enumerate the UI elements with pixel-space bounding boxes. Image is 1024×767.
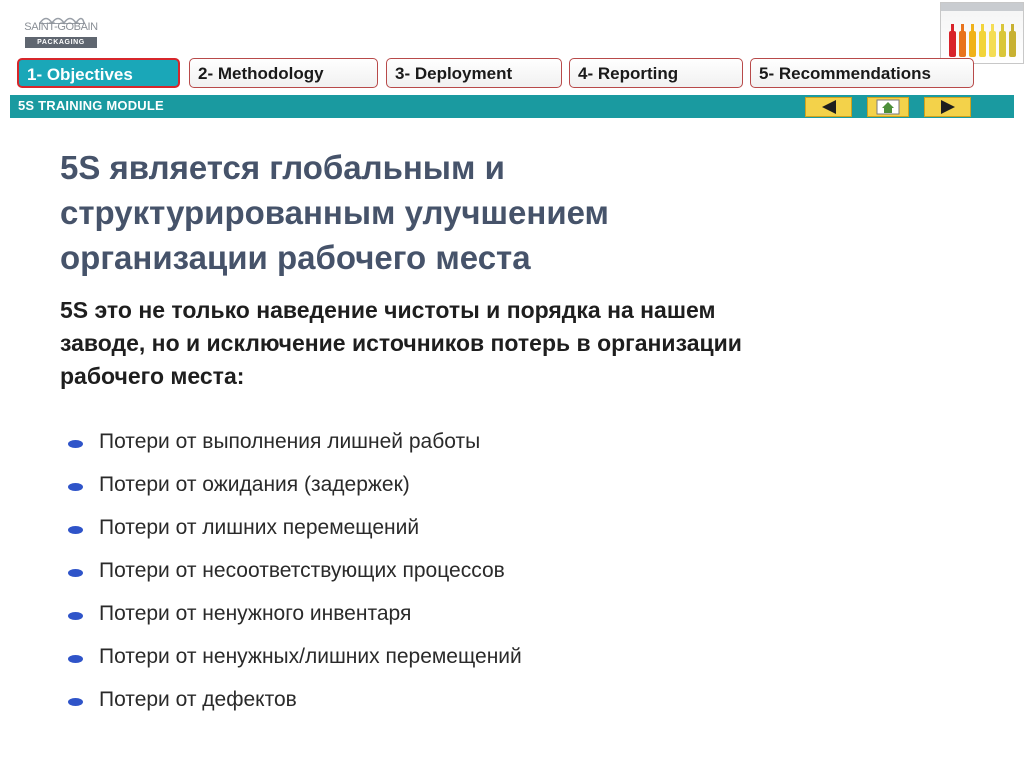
list-item-text: Потери от лишних перемещений xyxy=(99,515,420,539)
tab-reporting[interactable]: 4- Reporting xyxy=(569,58,743,88)
list-item-text: Потери от ненужного инвентаря xyxy=(99,601,412,625)
saint-gobain-logo: SAINT-GOBAIN PACKAGING xyxy=(14,12,108,48)
page-subtitle: 5S это не только наведение чистоты и пор… xyxy=(60,294,960,393)
waste-list: Потери от выполнения лишней работы Потер… xyxy=(68,420,522,721)
bottles-thumbnail xyxy=(940,2,1024,64)
module-title: 5S TRAINING MODULE xyxy=(18,98,164,113)
subtitle-line: рабочего места: xyxy=(60,363,245,389)
home-button[interactable] xyxy=(867,97,909,117)
bullet-dot-icon xyxy=(68,697,83,706)
list-item: Потери от лишних перемещений xyxy=(68,506,522,549)
list-item-text: Потери от несоответствующих процессов xyxy=(99,558,505,582)
logo-subtitle: PACKAGING xyxy=(25,37,97,48)
title-line: 5S является глобальным и xyxy=(60,149,505,186)
arrow-left-icon xyxy=(821,100,836,114)
list-item: Потери от ненужного инвентаря xyxy=(68,592,522,635)
bullet-dot-icon xyxy=(68,439,83,448)
title-line: структурированным улучшением xyxy=(60,194,609,231)
list-item-text: Потери от дефектов xyxy=(99,687,297,711)
bullet-dot-icon xyxy=(68,611,83,620)
bullet-dot-icon xyxy=(68,482,83,491)
subtitle-line: заводе, но и исключение источников потер… xyxy=(60,330,742,356)
tab-recommendations[interactable]: 5- Recommendations xyxy=(750,58,974,88)
list-item-text: Потери от выполнения лишней работы xyxy=(99,429,481,453)
bullet-dot-icon xyxy=(68,525,83,534)
list-item: Потери от ожидания (задержек) xyxy=(68,463,522,506)
tab-methodology[interactable]: 2- Methodology xyxy=(189,58,378,88)
module-band: 5S TRAINING MODULE xyxy=(10,95,1014,118)
arrow-right-icon xyxy=(940,100,955,114)
list-item: Потери от ненужных/лишних перемещений xyxy=(68,635,522,678)
logo-name: SAINT-GOBAIN xyxy=(24,21,98,33)
page-title: 5S является глобальным и структурированн… xyxy=(60,145,980,280)
prev-button[interactable] xyxy=(805,97,852,117)
list-item: Потери от выполнения лишней работы xyxy=(68,420,522,463)
list-item-text: Потери от ненужных/лишних перемещений xyxy=(99,644,522,668)
bullet-dot-icon xyxy=(68,568,83,577)
subtitle-line: 5S это не только наведение чистоты и пор… xyxy=(60,297,716,323)
bottles-icon xyxy=(949,24,1016,57)
list-item-text: Потери от ожидания (задержек) xyxy=(99,472,410,496)
thumbnail-header-bar xyxy=(941,3,1023,11)
next-button[interactable] xyxy=(924,97,971,117)
home-icon xyxy=(876,99,900,115)
list-item: Потери от дефектов xyxy=(68,678,522,721)
list-item: Потери от несоответствующих процессов xyxy=(68,549,522,592)
tab-objectives[interactable]: 1- Objectives xyxy=(17,58,180,88)
bullet-dot-icon xyxy=(68,654,83,663)
title-line: организации рабочего места xyxy=(60,239,531,276)
tab-deployment[interactable]: 3- Deployment xyxy=(386,58,562,88)
